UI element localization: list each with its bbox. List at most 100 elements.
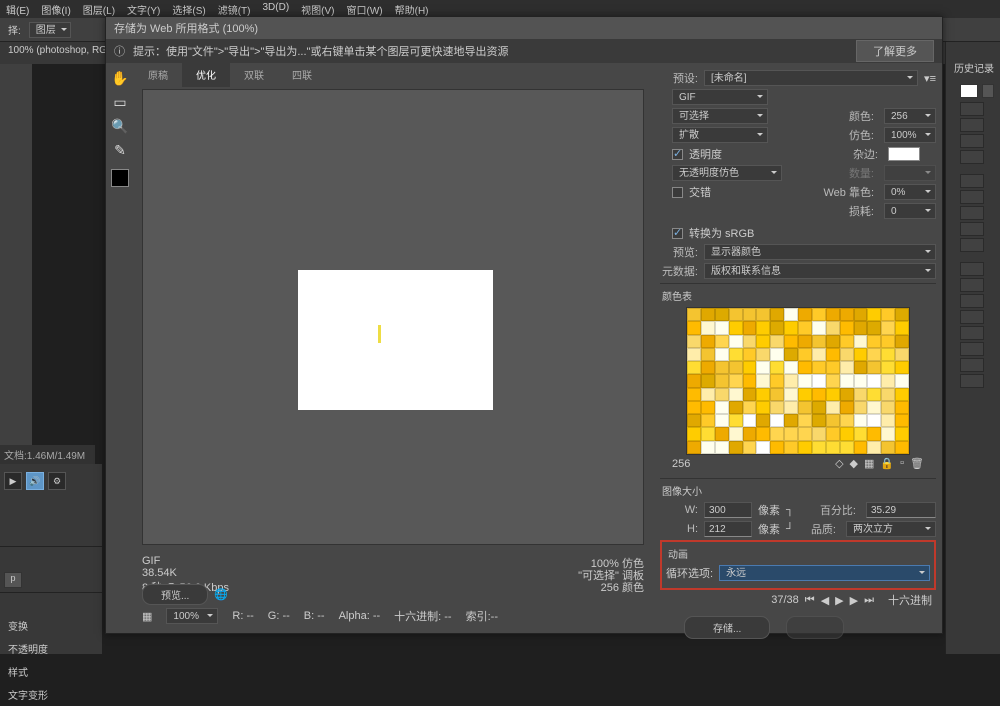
panel-row[interactable]	[960, 134, 984, 148]
tab-optimized[interactable]: 优化	[182, 63, 230, 87]
zoom-tool-icon[interactable]: 🔍	[109, 115, 131, 137]
first-frame-icon[interactable]: ⏮	[805, 594, 815, 607]
panel-row[interactable]	[960, 174, 984, 188]
slice-tool-icon[interactable]: ▭	[109, 91, 131, 113]
list-item[interactable]: 不透明度	[0, 637, 102, 660]
panel-row[interactable]	[960, 278, 984, 292]
play-button[interactable]: ▶	[4, 472, 22, 490]
zoom-select[interactable]: 100%	[166, 608, 218, 624]
panel-row[interactable]	[960, 262, 984, 276]
pal-icon[interactable]: 🔒	[880, 457, 894, 470]
height-input[interactable]: 212	[704, 521, 752, 537]
tab-4up[interactable]: 四联	[278, 63, 326, 87]
pal-icon[interactable]: ◆	[850, 457, 858, 470]
learn-more-button[interactable]: 了解更多	[856, 40, 934, 62]
menu-item[interactable]: 视图(V)	[301, 2, 334, 16]
panel-row[interactable]	[960, 310, 984, 324]
menu-icon[interactable]: ▾≡	[924, 72, 936, 85]
loop-select[interactable]: 永远	[719, 565, 930, 581]
list-item[interactable]: 文字变形	[0, 683, 102, 706]
srgb-checkbox[interactable]	[672, 228, 683, 239]
select-combo[interactable]: 图层	[29, 22, 71, 38]
web-select[interactable]: 0%	[884, 184, 936, 200]
play-icon[interactable]: ▶	[835, 594, 843, 607]
hand-tool-icon[interactable]: ✋	[109, 67, 131, 89]
percent-input[interactable]: 35.29	[866, 502, 936, 518]
preview-select[interactable]: 显示器颜色	[704, 244, 936, 260]
canvas-area[interactable]	[142, 89, 644, 545]
panel-row[interactable]	[960, 190, 984, 204]
menu-item[interactable]: 图层(L)	[83, 2, 115, 16]
settings-button[interactable]: ⚙	[48, 472, 66, 490]
amount-select	[884, 165, 936, 181]
panel-row[interactable]	[960, 358, 984, 372]
preview-canvas	[298, 270, 493, 410]
dither-pct-select[interactable]: 100%	[884, 127, 936, 143]
menu-item[interactable]: 选择(S)	[172, 2, 205, 16]
panel-row[interactable]	[960, 206, 984, 220]
quality-label: 品质:	[800, 521, 840, 537]
preview-button[interactable]: 预览...	[142, 584, 208, 605]
menu-item[interactable]: 窗口(W)	[347, 2, 383, 16]
format-select[interactable]: GIF	[672, 89, 768, 105]
menu-item[interactable]: 图像(I)	[41, 2, 70, 16]
eyedropper-tool-icon[interactable]: ✎	[109, 139, 131, 161]
w-label: W:	[660, 504, 698, 516]
reduction-select[interactable]: 可选择	[672, 108, 768, 124]
history-thumb[interactable]	[982, 84, 994, 98]
menu-item[interactable]: 辑(E)	[6, 2, 29, 16]
transparency-checkbox[interactable]	[672, 149, 683, 160]
list-item[interactable]: 变换	[0, 614, 102, 637]
panel-row[interactable]	[960, 342, 984, 356]
hint-text: 提示：使用"文件">"导出">"导出为..."或右键单击某个图层可更快速地导出资…	[133, 43, 508, 59]
history-thumb[interactable]	[960, 84, 978, 98]
width-input[interactable]: 300	[704, 502, 752, 518]
color-count: 256	[672, 458, 690, 470]
lossy-select[interactable]: 0	[884, 203, 936, 219]
colors-info: 256 颜色	[601, 579, 644, 595]
next-frame-icon[interactable]: ▶	[850, 594, 858, 607]
colors-select[interactable]: 256	[884, 108, 936, 124]
prev-frame-icon[interactable]: ◀	[821, 594, 829, 607]
last-frame-icon[interactable]: ⏭	[864, 594, 874, 607]
pal-icon[interactable]: 🗑	[910, 457, 924, 470]
tab-original[interactable]: 原稿	[134, 63, 182, 87]
grid-icon[interactable]: ▦	[142, 610, 152, 623]
save-button[interactable]: 存储...	[684, 616, 770, 639]
menu-item[interactable]: 文字(Y)	[127, 2, 160, 16]
trans-dither-select[interactable]: 无透明度仿色	[672, 165, 782, 181]
panel-row[interactable]	[960, 294, 984, 308]
panel-row[interactable]	[960, 150, 984, 164]
panel-row[interactable]	[960, 238, 984, 252]
interlace-checkbox[interactable]	[672, 187, 683, 198]
panel-row[interactable]	[960, 102, 984, 116]
alpha-value: Alpha: --	[339, 610, 381, 622]
audio-button[interactable]: 🔊	[26, 472, 44, 490]
menu-item[interactable]: 3D(D)	[263, 2, 290, 16]
quality-select[interactable]: 两次立方	[846, 521, 936, 537]
pal-icon[interactable]: ◇	[835, 457, 843, 470]
tab-2up[interactable]: 双联	[230, 63, 278, 87]
color-table[interactable]	[686, 307, 910, 455]
panel-row[interactable]	[960, 326, 984, 340]
cancel-button[interactable]	[786, 616, 844, 639]
pal-icon[interactable]: ▫	[900, 457, 904, 470]
eyedropper-color[interactable]	[111, 169, 129, 187]
right-dock: 历史记录	[945, 42, 1000, 654]
history-panel-label[interactable]: 历史记录	[954, 60, 994, 75]
browser-icon[interactable]: 🌐	[214, 588, 228, 601]
anim-title: 动画	[666, 546, 930, 561]
list-item[interactable]: 样式	[0, 660, 102, 683]
pal-icon[interactable]: ▦	[864, 457, 874, 470]
matte-swatch[interactable]	[888, 147, 920, 161]
px-label: 像素	[758, 521, 780, 537]
meta-select[interactable]: 版权和联系信息	[704, 263, 936, 279]
g-value: G: --	[268, 610, 290, 622]
menu-item[interactable]: 滤镜(T)	[218, 2, 251, 16]
panel-row[interactable]	[960, 118, 984, 132]
dither-select[interactable]: 扩散	[672, 127, 768, 143]
panel-row[interactable]	[960, 374, 984, 388]
preset-select[interactable]: [未命名]	[704, 70, 918, 86]
menu-item[interactable]: 帮助(H)	[395, 2, 429, 16]
panel-row[interactable]	[960, 222, 984, 236]
